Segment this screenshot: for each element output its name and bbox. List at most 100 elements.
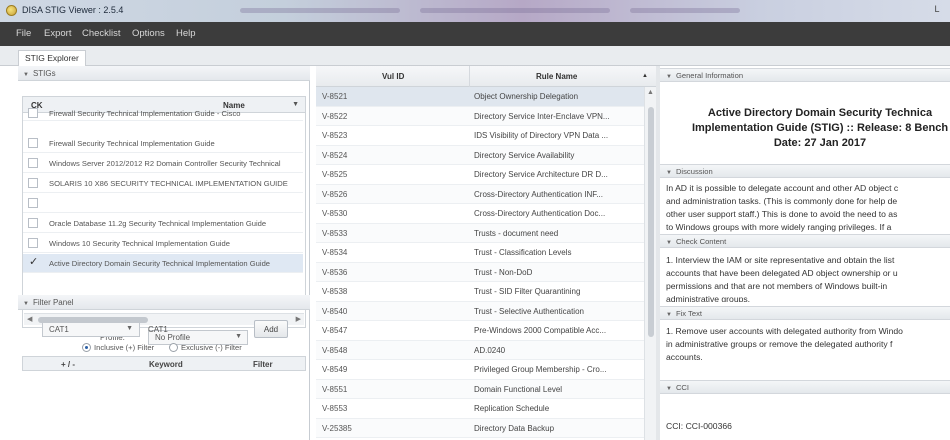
- discussion-line: In AD it is possible to delegate account…: [666, 183, 899, 193]
- category-text: CAT1: [148, 325, 168, 334]
- collapse-triangle-icon: ▼: [666, 74, 672, 80]
- category-select[interactable]: CAT1 ▼: [42, 322, 140, 337]
- col-keyword[interactable]: Keyword: [149, 360, 183, 369]
- check-line: permissions and that are not members of …: [666, 281, 888, 291]
- filter-table-header: + / - Keyword Filter: [22, 356, 306, 371]
- check-line: administrative groups.: [666, 294, 751, 302]
- stig-checkbox[interactable]: [28, 138, 38, 148]
- vuln-row[interactable]: V-8547 Pre-Windows 2000 Compatible Acc...: [316, 321, 644, 341]
- fix-line: accounts.: [666, 352, 703, 362]
- inclusive-filter-radio[interactable]: [82, 343, 91, 352]
- stig-row[interactable]: Windows Server 2012/2012 R2 Domain Contr…: [23, 154, 303, 173]
- check-content-text: 1. Interview the IAM or site representat…: [666, 254, 950, 302]
- scroll-left-icon[interactable]: ◀: [27, 315, 32, 323]
- stigs-section-header[interactable]: ▼ STIGs: [18, 66, 310, 81]
- stig-title: Active Directory Domain Security Technic…: [670, 106, 950, 151]
- rule-name: IDS Visibility of Directory VPN Data ...: [474, 131, 609, 140]
- col-plus-minus[interactable]: + / -: [61, 360, 75, 369]
- menu-export[interactable]: Export: [44, 28, 71, 39]
- vuln-row[interactable]: V-8538 Trust - SID Filter Quarantining: [316, 282, 644, 302]
- stig-name: Firewall Security Technical Implementati…: [49, 109, 241, 118]
- vuln-id: V-8530: [322, 209, 348, 218]
- discussion-header[interactable]: ▼ Discussion: [660, 164, 950, 178]
- vuln-row[interactable]: V-8536 Trust - Non-DoD: [316, 262, 644, 282]
- vuln-row[interactable]: V-8521 Object Ownership Delegation: [316, 87, 644, 107]
- checkmark-icon[interactable]: ✓: [29, 255, 38, 268]
- menu-checklist[interactable]: Checklist: [82, 28, 121, 39]
- vuln-row[interactable]: V-8548 AD.0240: [316, 340, 644, 360]
- stig-checkbox[interactable]: [28, 198, 38, 208]
- check-content-header[interactable]: ▼ Check Content: [660, 234, 950, 248]
- vuln-row[interactable]: V-8523 IDS Visibility of Directory VPN Da…: [316, 126, 644, 146]
- cci-value: CCI: CCI-000366: [666, 421, 732, 431]
- stig-name: Windows Server 2012/2012 R2 Domain Contr…: [49, 159, 281, 168]
- vertical-scrollbar[interactable]: ▲: [644, 87, 656, 440]
- stig-checkbox[interactable]: [28, 178, 38, 188]
- sort-up-icon: ▲: [642, 73, 648, 79]
- title-bar: DISA STIG Viewer : 2.5.4 L: [0, 0, 950, 22]
- col-rule-name[interactable]: Rule Name: [536, 72, 577, 81]
- exclusive-filter-label: Exclusive (-) Filter: [181, 343, 242, 352]
- vuln-id: V-8538: [322, 287, 348, 296]
- category-value: CAT1: [49, 325, 69, 334]
- stigs-header-label: STIGs: [32, 69, 56, 78]
- stig-row[interactable]: ✓ Active Directory Domain Security Techni…: [23, 254, 303, 273]
- rule-name: Pre-Windows 2000 Compatible Acc...: [474, 326, 607, 335]
- stig-checkbox[interactable]: [28, 158, 38, 168]
- vuln-id: V-25385: [322, 423, 352, 433]
- stig-title-line: Active Directory Domain Security Technic…: [707, 107, 933, 119]
- vuln-row[interactable]: V-8524 Directory Service Availability: [316, 145, 644, 165]
- vuln-row[interactable]: V-8540 Trust - Selective Authentication: [316, 301, 644, 321]
- scroll-right-icon[interactable]: ▶: [296, 315, 301, 323]
- add-filter-button[interactable]: Add: [254, 320, 288, 338]
- col-filter[interactable]: Filter: [253, 360, 273, 369]
- vuln-id: V-8522: [322, 111, 348, 121]
- fix-text-label: Fix Text: [675, 309, 702, 318]
- vuln-id: V-8553: [322, 404, 348, 413]
- column-divider[interactable]: [469, 66, 470, 87]
- tab-strip: STIG Explorer: [0, 46, 950, 66]
- scroll-up-icon[interactable]: ▲: [647, 89, 654, 96]
- check-line: accounts that have been delegated AD obj…: [666, 268, 898, 278]
- window-minimize-icon[interactable]: L: [930, 4, 944, 16]
- blurred-title-region: [630, 8, 740, 13]
- vuln-id: V-8523: [322, 131, 348, 140]
- fix-text-header[interactable]: ▼ Fix Text: [660, 306, 950, 320]
- menu-options[interactable]: Options: [132, 28, 165, 39]
- rule-name: Object Ownership Delegation: [474, 92, 579, 101]
- exclusive-filter-radio[interactable]: [169, 343, 178, 352]
- tab-stig-explorer[interactable]: STIG Explorer: [18, 50, 86, 66]
- scroll-thumb[interactable]: [648, 107, 654, 337]
- stig-name: Windows 10 Security Technical Implementa…: [49, 239, 230, 248]
- discussion-text: In AD it is possible to delegate account…: [666, 182, 950, 232]
- vuln-row[interactable]: V-8530 Cross-Directory Authentication Doc…: [316, 204, 644, 224]
- rule-name: Privileged Group Membership - Cro...: [474, 365, 607, 374]
- chevron-down-icon: ▼: [126, 325, 133, 332]
- stig-checkbox[interactable]: [28, 238, 38, 248]
- stig-row[interactable]: Oracle Database 11.2g Security Technical…: [23, 214, 303, 233]
- vuln-row[interactable]: V-8553 Replication Schedule: [316, 399, 644, 419]
- stig-checkbox[interactable]: [28, 218, 38, 228]
- vuln-row[interactable]: V-8525 Directory Service Architecture DR …: [316, 165, 644, 185]
- stig-row[interactable]: SOLARIS 10 X86 SECURITY TECHNICAL IMPLEM…: [23, 174, 303, 193]
- stig-row[interactable]: [23, 194, 303, 213]
- stig-row[interactable]: Firewall Security Technical Implementati…: [23, 108, 303, 121]
- stig-row[interactable]: Windows 10 Security Technical Implementa…: [23, 234, 303, 253]
- general-info-header[interactable]: ▼ General Information: [660, 68, 950, 82]
- menu-help[interactable]: Help: [176, 28, 196, 39]
- vuln-row[interactable]: V-8549 Privileged Group Membership - Cro.…: [316, 360, 644, 380]
- vuln-row[interactable]: V-25385 Directory Data Backup: [316, 418, 644, 438]
- vuln-row[interactable]: V-8551 Domain Functional Level: [316, 379, 644, 399]
- vuln-row[interactable]: V-8526 Cross-Directory Authentication INF…: [316, 184, 644, 204]
- vuln-row[interactable]: V-8534 Trust - Classification Levels: [316, 243, 644, 263]
- stig-title-line: Implementation Guide (STIG) :: Release: …: [691, 122, 949, 134]
- stig-checkbox[interactable]: [28, 108, 38, 118]
- rule-name: AD.0240: [474, 345, 506, 355]
- stig-row[interactable]: Firewall Security Technical Implementati…: [23, 134, 303, 153]
- filter-panel-header[interactable]: ▼ Filter Panel: [18, 295, 310, 310]
- col-vul-id[interactable]: Vul ID: [382, 72, 404, 81]
- vuln-row[interactable]: V-8533 Trusts - document need: [316, 223, 644, 243]
- menu-file[interactable]: File: [16, 28, 31, 39]
- cci-header[interactable]: ▼ CCI: [660, 380, 950, 394]
- vuln-row[interactable]: V-8522 Directory Service Inter-Enclave VP…: [316, 106, 644, 126]
